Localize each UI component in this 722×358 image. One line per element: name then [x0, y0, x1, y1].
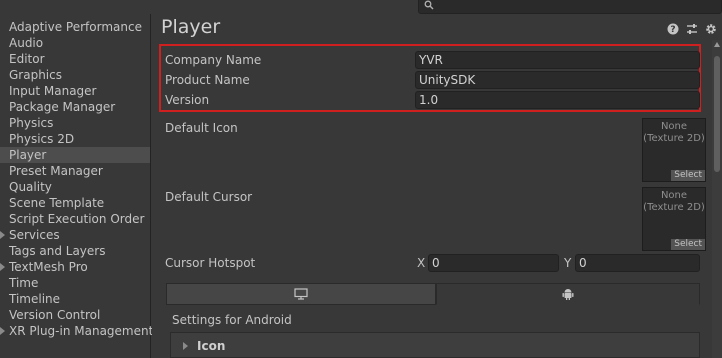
- top-bar: [0, 0, 722, 14]
- sidebar-item-label: Player: [9, 148, 47, 162]
- default-cursor-select-button[interactable]: Select: [671, 239, 705, 250]
- help-icon[interactable]: ?: [667, 23, 679, 35]
- version-field[interactable]: 1.0: [415, 91, 700, 109]
- texture-none-text: None (Texture 2D): [643, 190, 705, 214]
- version-label: Version: [165, 93, 210, 107]
- icon-section-foldout[interactable]: Icon: [170, 332, 700, 358]
- product-name-field[interactable]: UnitySDK: [415, 71, 700, 89]
- search-icon: [424, 0, 434, 10]
- sidebar-item-version-control[interactable]: Version Control: [0, 307, 150, 323]
- platform-tabs: [166, 283, 700, 305]
- default-icon-texture-slot[interactable]: None (Texture 2D) Select: [642, 118, 706, 182]
- monitor-icon: [294, 288, 308, 300]
- sidebar-item-physics-2d[interactable]: Physics 2D: [0, 131, 150, 147]
- sidebar-item-label: Scene Template: [9, 196, 105, 210]
- player-settings-panel: Player ? Company Name YVR Product Name U…: [152, 14, 722, 358]
- default-icon-select-button[interactable]: Select: [671, 170, 705, 181]
- icon-section-label: Icon: [197, 339, 226, 353]
- tab-standalone[interactable]: [166, 283, 436, 305]
- sidebar-item-label: Package Manager: [9, 100, 116, 114]
- sidebar-item-label: Input Manager: [9, 84, 97, 98]
- product-name-label: Product Name: [165, 73, 250, 87]
- scroll-thumb[interactable]: [714, 56, 720, 172]
- sidebar-item-timeline[interactable]: Timeline: [0, 291, 150, 307]
- sidebar-item-editor[interactable]: Editor: [0, 51, 150, 67]
- hotspot-x-field[interactable]: 0: [428, 254, 559, 272]
- sidebar-item-package-manager[interactable]: Package Manager: [0, 99, 150, 115]
- scroll-up-arrow-icon[interactable]: [714, 42, 720, 47]
- hotspot-x-label: X: [417, 256, 426, 270]
- vertical-scrollbar[interactable]: [712, 40, 722, 358]
- sidebar-item-input-manager[interactable]: Input Manager: [0, 83, 150, 99]
- sidebar-item-label: Adaptive Performance: [9, 20, 142, 34]
- default-icon-label: Default Icon: [165, 121, 238, 135]
- hotspot-y-label: Y: [564, 256, 572, 270]
- texture-none-line: None (Texture 2D): [643, 190, 705, 213]
- foldout-arrow-icon[interactable]: [0, 231, 5, 239]
- sidebar-item-preset-manager[interactable]: Preset Manager: [0, 163, 150, 179]
- sidebar-item-label: Services: [9, 228, 60, 242]
- default-cursor-texture-slot[interactable]: None (Texture 2D) Select: [642, 187, 706, 251]
- sidebar-item-physics[interactable]: Physics: [0, 115, 150, 131]
- settings-icon[interactable]: [705, 23, 717, 35]
- sidebar-item-xr-plugin-management[interactable]: XR Plug-in Management: [0, 323, 154, 339]
- texture-none-text: None (Texture 2D): [643, 121, 705, 145]
- sidebar-item-label: Time: [9, 276, 39, 290]
- sidebar-item-audio[interactable]: Audio: [0, 35, 150, 51]
- sidebar-item-time[interactable]: Time: [0, 275, 150, 291]
- tab-android[interactable]: [436, 283, 700, 305]
- sidebar-item-graphics[interactable]: Graphics: [0, 67, 150, 83]
- sidebar-item-quality[interactable]: Quality: [0, 179, 150, 195]
- sidebar-item-label: Physics: [9, 116, 54, 130]
- company-name-field[interactable]: YVR: [415, 51, 700, 69]
- company-name-label: Company Name: [165, 53, 262, 67]
- sidebar-item-adaptive-performance[interactable]: Adaptive Performance: [0, 19, 150, 35]
- texture-none-line: None (Texture 2D): [643, 121, 705, 144]
- sidebar-item-tags-and-layers[interactable]: Tags and Layers: [0, 243, 150, 259]
- sidebar-item-label: Editor: [9, 52, 45, 66]
- hotspot-y-field[interactable]: 0: [575, 254, 700, 272]
- page-title: Player: [161, 16, 221, 38]
- sidebar-item-player[interactable]: Player: [0, 147, 150, 163]
- foldout-arrow-icon[interactable]: [183, 342, 188, 350]
- settings-for-platform-label: Settings for Android: [172, 313, 292, 327]
- sidebar-item-label: Timeline: [9, 292, 61, 306]
- sidebar-item-label: Quality: [9, 180, 52, 194]
- sidebar-item-scene-template[interactable]: Scene Template: [0, 195, 150, 211]
- project-settings-sidebar: Adaptive Performance Audio Editor Graphi…: [0, 14, 154, 358]
- foldout-arrow-icon[interactable]: [0, 327, 5, 335]
- sidebar-item-label: TextMesh Pro: [9, 260, 88, 274]
- sidebar-item-label: Preset Manager: [9, 164, 103, 178]
- sidebar-item-label: XR Plug-in Management: [9, 324, 154, 338]
- sidebar-item-script-execution-order[interactable]: Script Execution Order: [0, 211, 150, 227]
- foldout-arrow-icon[interactable]: [0, 263, 5, 271]
- sidebar-item-label: Version Control: [9, 308, 101, 322]
- preset-icon[interactable]: [686, 23, 698, 35]
- cursor-hotspot-label: Cursor Hotspot: [165, 256, 256, 270]
- search-input[interactable]: [418, 0, 722, 14]
- sidebar-item-textmesh-pro[interactable]: TextMesh Pro: [0, 259, 150, 275]
- sidebar-item-label: Graphics: [9, 68, 62, 82]
- sidebar-item-label: Physics 2D: [9, 132, 75, 146]
- svg-text:?: ?: [670, 25, 675, 35]
- default-cursor-label: Default Cursor: [165, 190, 253, 204]
- android-icon: [562, 289, 574, 300]
- sidebar-item-label: Tags and Layers: [9, 244, 106, 258]
- sidebar-item-label: Script Execution Order: [9, 212, 145, 226]
- sidebar-item-label: Audio: [9, 36, 44, 50]
- header-icons: ?: [667, 23, 717, 35]
- sidebar-item-services[interactable]: Services: [0, 227, 150, 243]
